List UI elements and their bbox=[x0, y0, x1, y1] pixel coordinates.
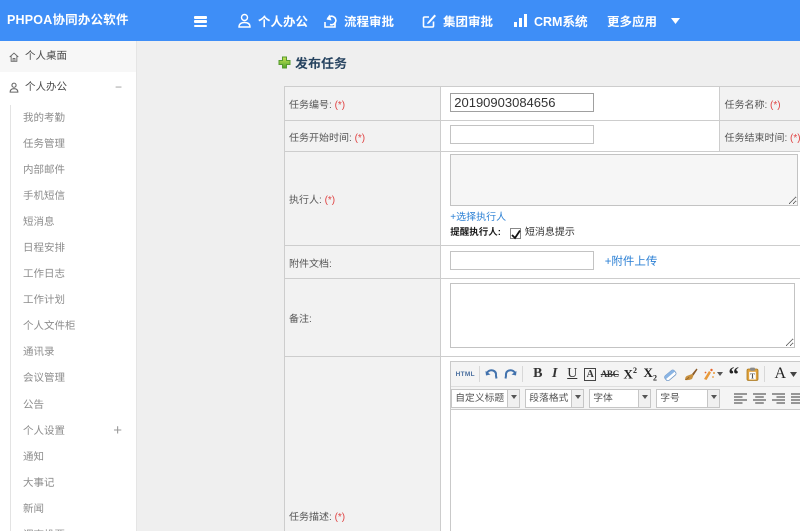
svg-text:T: T bbox=[750, 371, 755, 380]
